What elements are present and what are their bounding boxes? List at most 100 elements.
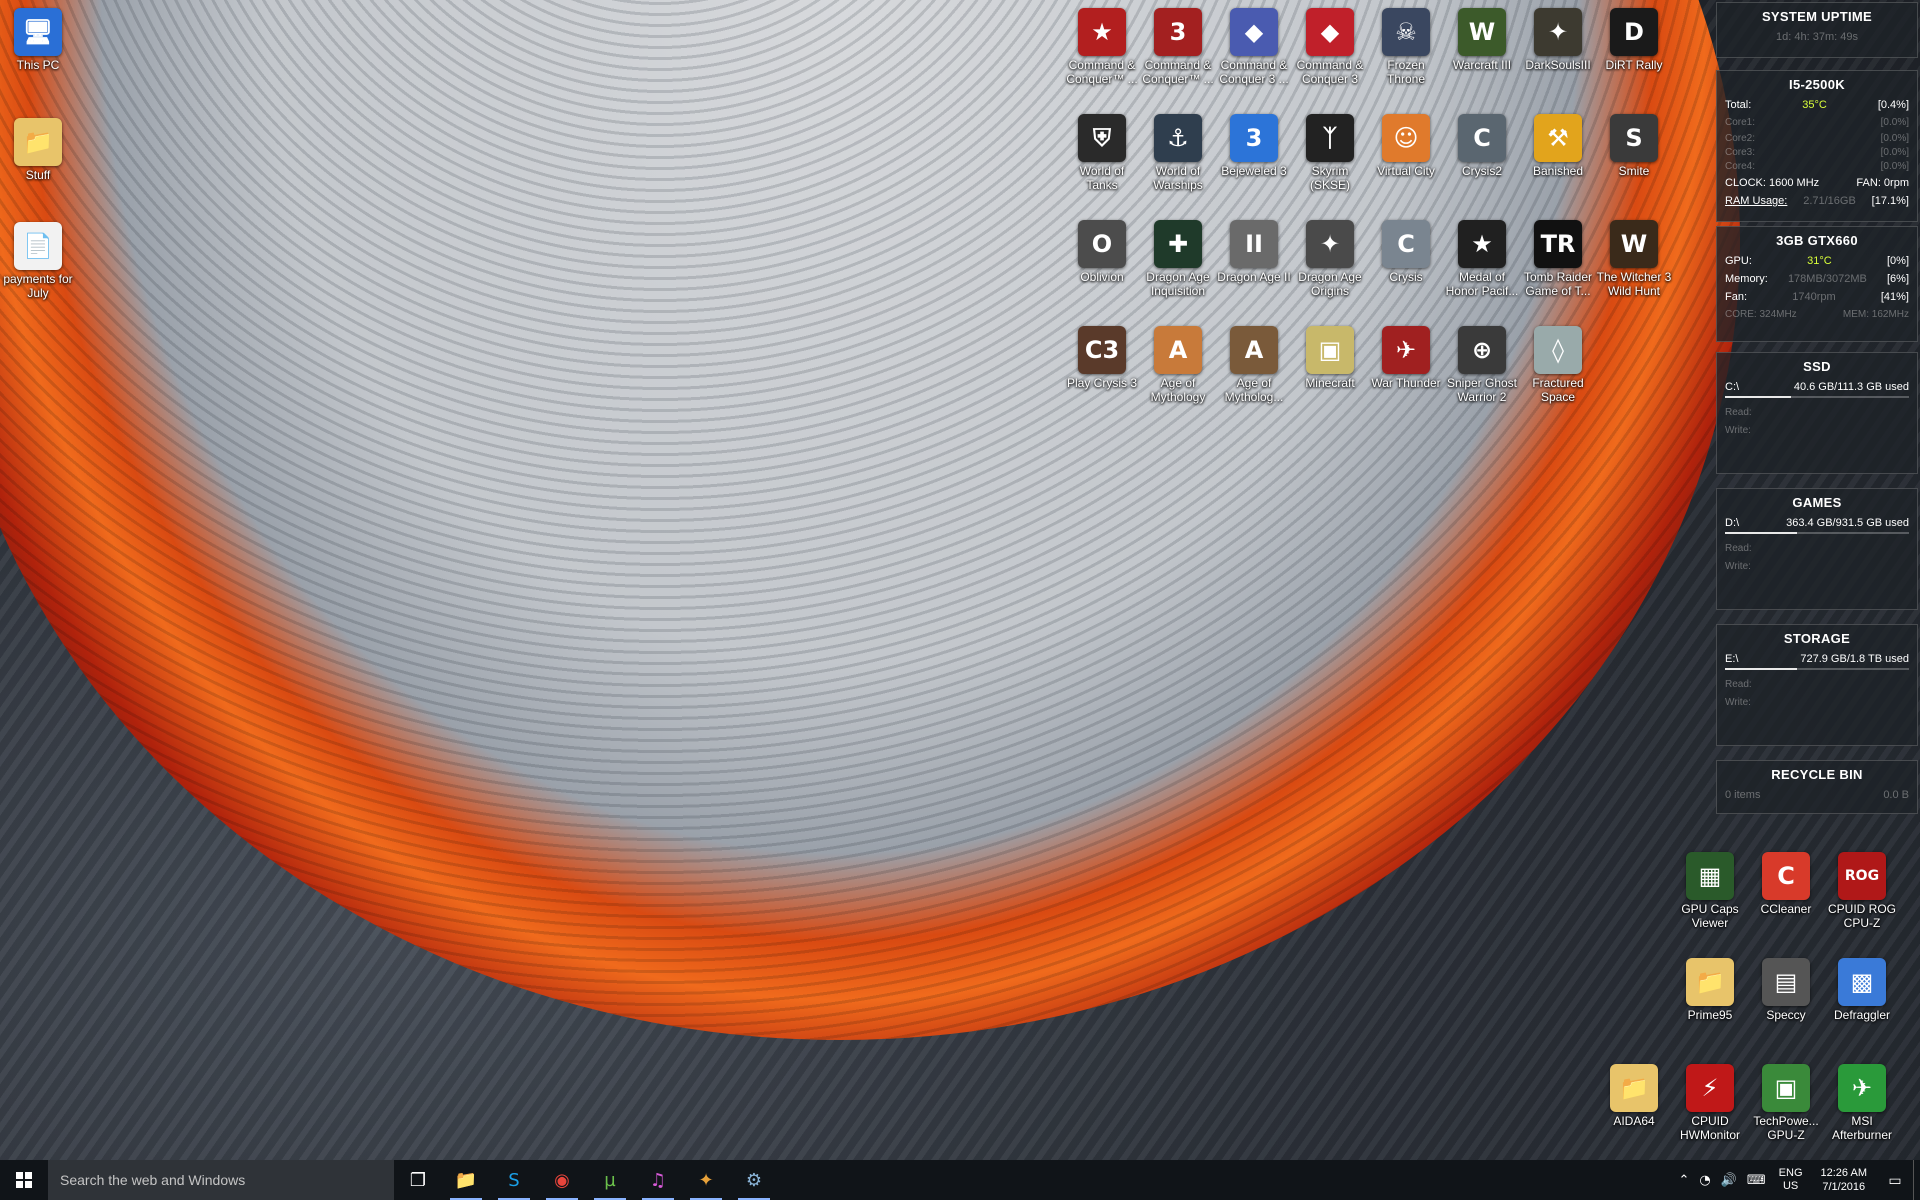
taskbar-app-button[interactable]: ✦ — [682, 1160, 730, 1200]
age-of-mythology-icon: A — [1154, 326, 1202, 374]
desktop-icon[interactable]: ✚ Dragon Age Inquisition — [1140, 220, 1216, 298]
network-icon[interactable]: ◔ — [1694, 1173, 1715, 1188]
desktop-icon[interactable]: W Warcraft III — [1444, 8, 1520, 72]
desktop-icon[interactable]: A Age of Mythology — [1140, 326, 1216, 404]
steam-icon: ⚙ — [745, 1169, 763, 1191]
minecraft-icon: ▣ — [1306, 326, 1354, 374]
volume-icon[interactable]: 🔊 — [1716, 1173, 1742, 1188]
taskbar-app-button[interactable]: S — [490, 1160, 538, 1200]
taskbar-app-button[interactable]: µ — [586, 1160, 634, 1200]
ssd-write-label: Write: — [1725, 425, 1751, 436]
uptime-widget: SYSTEM UPTIME 1d: 4h: 37m: 49s — [1716, 2, 1918, 58]
gpuz-icon: ▣ — [1762, 1064, 1810, 1112]
desktop-icon-label: Skyrim (SKSE) — [1309, 164, 1350, 192]
desktop-icon[interactable]: ☺ Virtual City — [1368, 114, 1444, 178]
action-center-icon[interactable]: ▭ — [1877, 1160, 1913, 1200]
desktop-icon[interactable]: ▤ Speccy — [1748, 958, 1824, 1022]
desktop-icon[interactable]: A Age of Mytholog... — [1216, 326, 1292, 404]
desktop-icon[interactable]: ◆ Command & Conquer 3 — [1292, 8, 1368, 86]
desktop-icon[interactable]: C Crysis — [1368, 220, 1444, 284]
desktop-icon[interactable]: W The Witcher 3 Wild Hunt — [1596, 220, 1672, 298]
gpu-fan-value: 1740rpm — [1792, 291, 1836, 303]
desktop-icon[interactable]: ☠ Frozen Throne — [1368, 8, 1444, 86]
cpu-core1-load: [0.0%] — [1880, 117, 1909, 128]
desktop-icon[interactable]: 📁 Prime95 — [1672, 958, 1748, 1022]
start-button[interactable] — [0, 1160, 48, 1200]
desktop-icon[interactable]: 🖥 This PC — [0, 8, 76, 72]
taskbar-app-button[interactable]: ◉ — [538, 1160, 586, 1200]
desktop-icon-label: Sniper Ghost Warrior 2 — [1446, 376, 1518, 404]
desktop-icon[interactable]: ⚡ CPUID HWMonitor — [1672, 1064, 1748, 1142]
sniper-icon: ⊕ — [1458, 326, 1506, 374]
ssd-drive: C:\ — [1725, 381, 1740, 393]
warcraft-icon: W — [1458, 8, 1506, 56]
darksouls-icon: ✦ — [1534, 8, 1582, 56]
desktop-icon[interactable]: S Smite — [1596, 114, 1672, 178]
taskbar-search-box[interactable]: Search the web and Windows — [48, 1160, 394, 1200]
ram-usage-value: 2.71/16GB — [1803, 195, 1856, 207]
desktop-icon[interactable]: ⛨ World of Tanks — [1064, 114, 1140, 192]
desktop-icon[interactable]: ★ Command & Conquer™ ... — [1064, 8, 1140, 86]
show-desktop-button[interactable] — [1913, 1160, 1920, 1200]
chrome-icon: ◉ — [554, 1169, 570, 1191]
medal-of-honor-icon: ★ — [1458, 220, 1506, 268]
desktop-icon[interactable]: O Oblivion — [1064, 220, 1140, 284]
desktop-icon[interactable]: ▦ GPU Caps Viewer — [1672, 852, 1748, 930]
desktop-icon-label: payments for July — [3, 272, 73, 300]
desktop-icon[interactable]: ▣ TechPowe... GPU-Z — [1748, 1064, 1824, 1142]
show-hidden-icons-icon[interactable]: ⌃ — [1673, 1173, 1694, 1188]
desktop-icon[interactable]: C Crysis2 — [1444, 114, 1520, 178]
desktop-icon-label: Command & Conquer 3 ... — [1219, 58, 1289, 86]
desktop-icon[interactable]: ▣ Minecraft — [1292, 326, 1368, 390]
desktop-icon[interactable]: ▩ Defraggler — [1824, 958, 1900, 1022]
desktop-icon[interactable]: ✦ DarkSoulsIII — [1520, 8, 1596, 72]
desktop-icon[interactable]: ◆ Command & Conquer 3 ... — [1216, 8, 1292, 86]
desktop-icon[interactable]: ✦ Dragon Age Origins — [1292, 220, 1368, 298]
taskbar-app-button[interactable]: ⚙ — [730, 1160, 778, 1200]
games-usage-fill — [1725, 532, 1797, 534]
dragon-age-origins-icon: ✦ — [1306, 220, 1354, 268]
desktop-icon-label: Dragon Age Origins — [1298, 270, 1362, 298]
desktop-icon[interactable]: C3 Play Crysis 3 — [1064, 326, 1140, 390]
language-indicator[interactable]: ENG US — [1771, 1167, 1811, 1193]
desktop-icon[interactable]: 3 Command & Conquer™ ... — [1140, 8, 1216, 86]
taskbar-clock[interactable]: 12:26 AM 7/1/2016 — [1811, 1166, 1877, 1194]
desktop-icon[interactable]: ◊ Fractured Space — [1520, 326, 1596, 404]
desktop-icon[interactable]: 📄 payments for July — [0, 222, 76, 300]
desktop-icon[interactable]: C CCleaner — [1748, 852, 1824, 916]
desktop-icon-label: CPUID HWMonitor — [1679, 1114, 1740, 1142]
desktop-icon-label: Virtual City — [1377, 164, 1435, 178]
taskbar-app-button[interactable]: ♫ — [634, 1160, 682, 1200]
desktop-icon[interactable]: 📁 Stuff — [0, 118, 76, 182]
taskbar-app-button[interactable]: ❐ — [394, 1160, 442, 1200]
desktop-icon[interactable]: 3 Bejeweled 3 — [1216, 114, 1292, 178]
dragon-age-inquisition-icon: ✚ — [1154, 220, 1202, 268]
desktop-icon[interactable]: ᛉ Skyrim (SKSE) — [1292, 114, 1368, 192]
recycle-bin-widget[interactable]: RECYCLE BIN 0 items 0.0 B — [1716, 760, 1918, 814]
desktop-icon[interactable]: ⚓ World of Warships — [1140, 114, 1216, 192]
gpu-widget: 3GB GTX660 GPU: 31°C [0%] Memory: 178MB/… — [1716, 226, 1918, 342]
desktop-icon[interactable]: ✈ MSI Afterburner — [1824, 1064, 1900, 1142]
desktop-icon[interactable]: TR Tomb Raider Game of T... — [1520, 220, 1596, 298]
frozen-throne-icon: ☠ — [1382, 8, 1430, 56]
task-view-icon: ❐ — [409, 1169, 427, 1191]
desktop-icon[interactable]: ★ Medal of Honor Pacif... — [1444, 220, 1520, 298]
desktop-icon[interactable]: II Dragon Age II — [1216, 220, 1292, 284]
desktop-icon[interactable]: ⊕ Sniper Ghost Warrior 2 — [1444, 326, 1520, 404]
taskbar-app-button[interactable]: 📁 — [442, 1160, 490, 1200]
desktop-icon-label: Play Crysis 3 — [1066, 376, 1137, 390]
desktop-icon-label: World of Tanks — [1079, 164, 1125, 192]
desktop-icon[interactable]: D DiRT Rally — [1596, 8, 1672, 72]
smite-icon: S — [1610, 114, 1658, 162]
keyboard-icon[interactable]: ⌨ — [1742, 1173, 1771, 1188]
desktop-icon[interactable]: ROG CPUID ROG CPU-Z — [1824, 852, 1900, 930]
cnc-icon: ★ — [1078, 8, 1126, 56]
dirt-rally-icon: D — [1610, 8, 1658, 56]
desktop-icon[interactable]: ⚒ Banished — [1520, 114, 1596, 178]
desktop-icon[interactable]: 📁 AIDA64 — [1596, 1064, 1672, 1128]
cpu-core3-label: Core3: — [1725, 147, 1756, 158]
cpu-widget: I5-2500K Total: 35°C [0.4%] Core1: [0.0%]… — [1716, 70, 1918, 222]
desktop-icon-label: Defraggler — [1833, 1008, 1891, 1022]
world-of-warships-icon: ⚓ — [1154, 114, 1202, 162]
desktop-icon[interactable]: ✈ War Thunder — [1368, 326, 1444, 390]
